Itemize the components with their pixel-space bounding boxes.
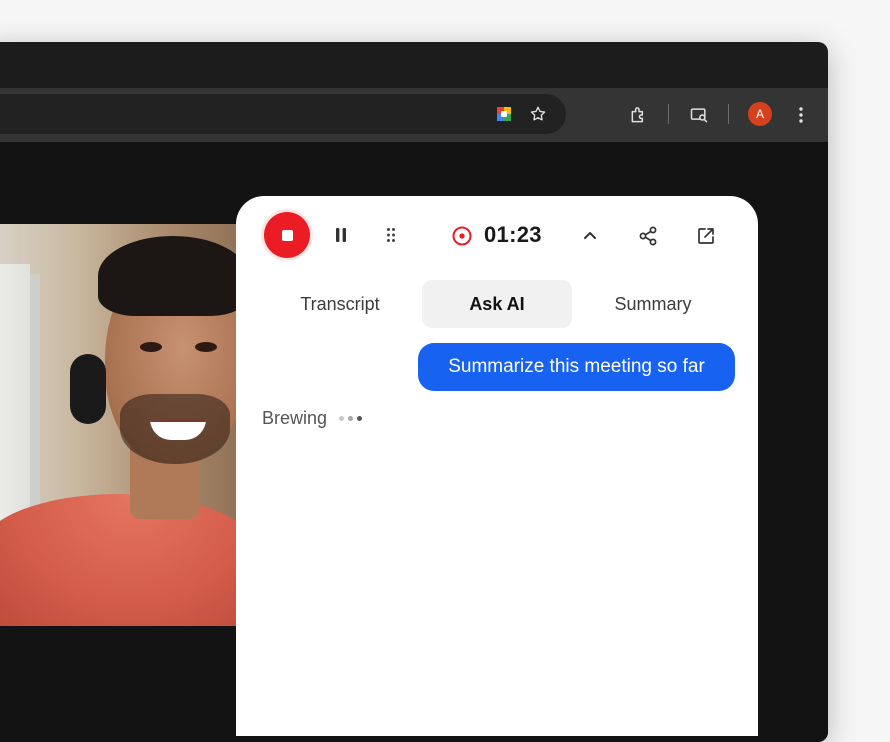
profile-avatar[interactable]: A: [748, 102, 772, 126]
stop-recording-button[interactable]: [264, 212, 310, 258]
meet-extension-icon[interactable]: [494, 104, 514, 124]
external-link-icon[interactable]: [694, 224, 718, 248]
address-bar[interactable]: [0, 94, 566, 134]
participant-video: [0, 224, 256, 626]
toolbar-divider: [728, 104, 729, 124]
pause-icon[interactable]: [330, 224, 352, 246]
stop-icon: [281, 229, 293, 241]
star-icon[interactable]: [528, 104, 548, 124]
ai-status-text: Brewing: [262, 408, 328, 428]
video-hair: [98, 236, 248, 316]
chevron-up-icon[interactable]: [579, 224, 601, 246]
typing-indicator-icon: [339, 416, 363, 421]
video-shirt: [0, 494, 256, 626]
recording-timer: 01:23: [484, 222, 542, 247]
kebab-menu-icon[interactable]: [790, 104, 812, 126]
ai-status: Brewing: [262, 408, 363, 429]
browser-toolbar: A: [0, 88, 828, 142]
toolbar-divider: [668, 104, 669, 124]
recorder-panel: 01:23 Transcript Ask AI Summary Summariz…: [236, 196, 758, 736]
tab-summary[interactable]: Summary: [578, 280, 728, 328]
tab-transcript[interactable]: Transcript: [265, 280, 415, 328]
recording-indicator-icon: [450, 224, 474, 248]
tab-ask-ai[interactable]: Ask AI: [422, 280, 572, 328]
video-eye: [140, 342, 162, 352]
share-icon[interactable]: [636, 224, 660, 248]
user-prompt-bubble: Summarize this meeting so far: [418, 343, 735, 391]
media-search-icon[interactable]: [688, 104, 710, 126]
drag-handle-icon[interactable]: [380, 224, 402, 246]
video-headphone: [70, 354, 106, 424]
puzzle-icon[interactable]: [628, 104, 650, 126]
video-eye: [195, 342, 217, 352]
